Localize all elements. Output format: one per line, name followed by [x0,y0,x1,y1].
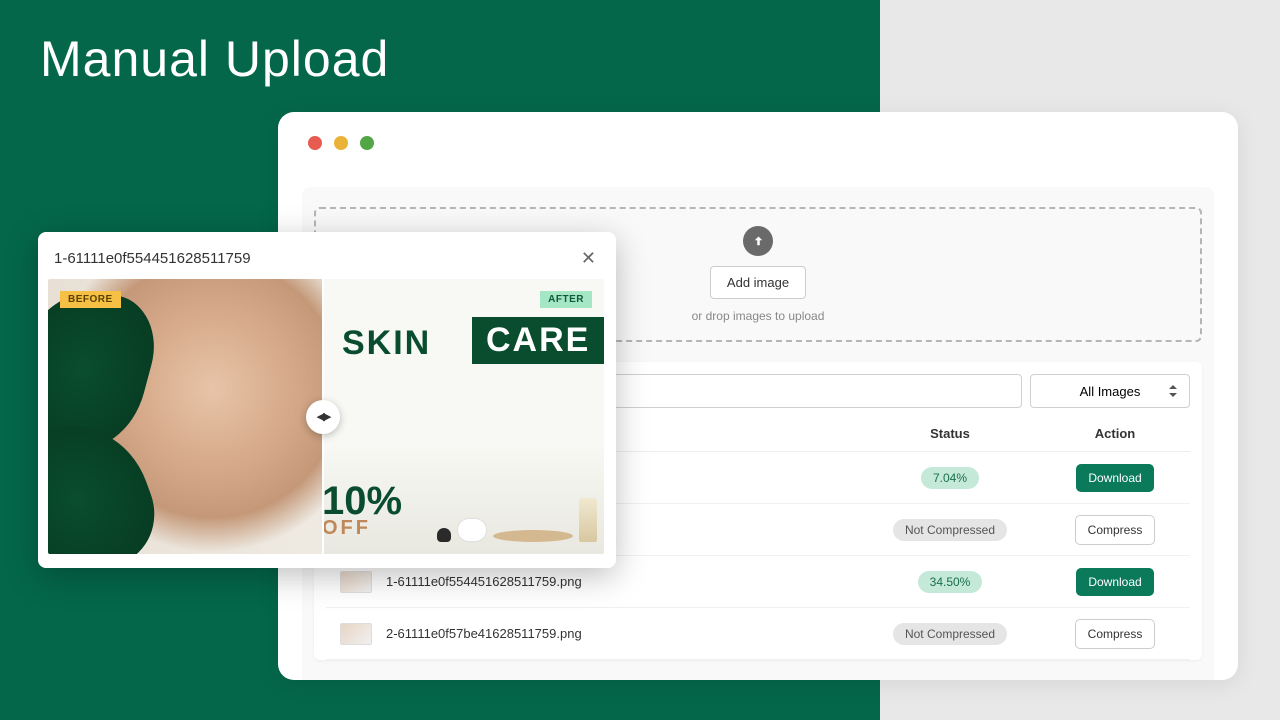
status-badge: Not Compressed [893,623,1007,645]
close-window-icon[interactable] [308,136,322,150]
close-icon[interactable]: ✕ [577,248,600,269]
ad-text-off: OFF [322,517,371,540]
preview-header: 1-61111e0f554451628511759 ✕ [48,242,606,279]
ad-text-care: CARE [472,317,604,364]
maximize-window-icon[interactable] [360,136,374,150]
preview-image-left [48,279,322,554]
compress-button[interactable]: Compress [1075,619,1156,649]
minimize-window-icon[interactable] [334,136,348,150]
slider-handle[interactable]: ◀▶ [306,400,340,434]
status-badge: 34.50% [918,571,983,593]
preview-title: 1-61111e0f554451628511759 [54,250,251,267]
status-badge: 7.04% [921,467,979,489]
status-badge: Not Compressed [893,519,1007,541]
spa-graphic [437,498,597,542]
compress-button[interactable]: Compress [1075,515,1156,545]
before-after-slider[interactable]: SKIN CARE 10% OFF BEFORE AFTER ◀▶ [48,279,604,554]
upload-arrow-icon [743,226,773,256]
after-label: AFTER [540,291,592,308]
window-controls [308,136,374,150]
dropzone-hint: or drop images to upload [692,309,825,323]
download-button[interactable]: Download [1076,464,1153,492]
image-thumbnail[interactable] [340,623,372,645]
header-status: Status [860,426,1040,441]
image-preview-modal: 1-61111e0f554451628511759 ✕ SKIN CARE 10… [38,232,616,568]
page-title: Manual Upload [40,30,389,88]
download-button[interactable]: Download [1076,568,1153,596]
ad-text-skin: SKIN [342,324,431,363]
filter-select[interactable]: All Images [1030,374,1190,408]
table-row: 2-61111e0f57be41628511759.png Not Compre… [326,608,1190,660]
add-image-button[interactable]: Add image [710,266,806,299]
filter-select-label: All Images [1080,384,1141,399]
image-name: 1-61111e0f554451628511759.png [386,574,860,589]
preview-image-right: SKIN CARE 10% OFF [322,279,604,554]
before-label: BEFORE [60,291,121,308]
image-name: 2-61111e0f57be41628511759.png [386,626,860,641]
header-action: Action [1040,426,1190,441]
image-thumbnail[interactable] [340,571,372,593]
